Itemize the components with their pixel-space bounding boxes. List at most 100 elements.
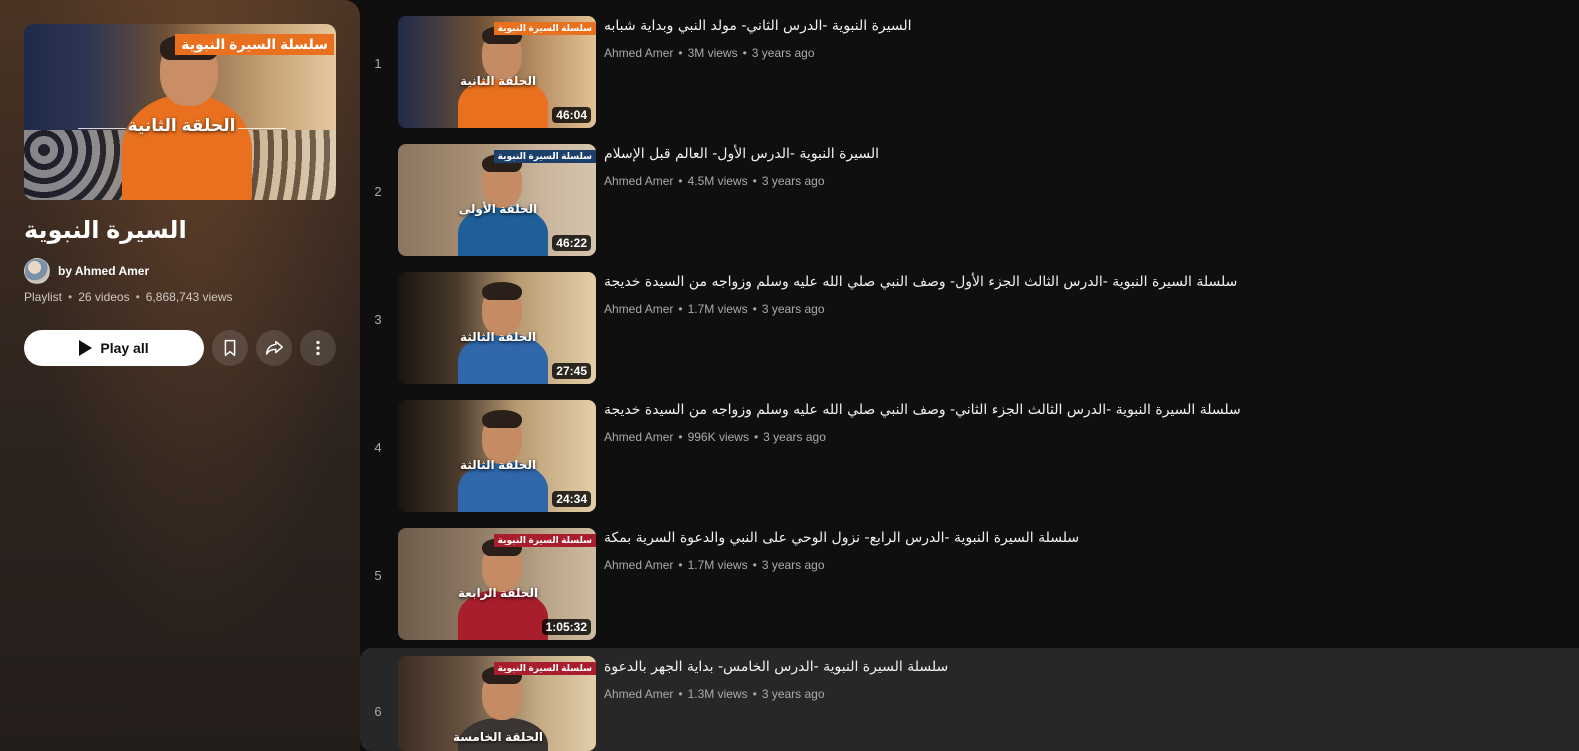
video-duration: 46:22 <box>552 235 591 251</box>
video-title[interactable]: السيرة النبوية -الدرس الثاني- مولد النبي… <box>604 18 912 34</box>
video-views: 996K views <box>687 430 749 444</box>
video-thumbnail[interactable]: سلسلة السيرة النبوية الحلقة الخامسة <box>398 656 596 751</box>
cover-series-badge: سلسلة السيرة النبوية <box>175 34 334 55</box>
video-title[interactable]: السيرة النبوية -الدرس الأول- العالم قبل … <box>604 146 879 162</box>
video-meta: Ahmed Amer • 1.7M views • 3 years ago <box>604 302 825 316</box>
playlist-video-row[interactable]: 1 سلسلة السيرة النبوية الحلقة الثانية 46… <box>360 0 1579 128</box>
video-channel[interactable]: Ahmed Amer <box>604 46 673 60</box>
video-views: 1.3M views <box>687 687 748 701</box>
playlist-video-row[interactable]: 4 الحلقة الثالثة 24:34 سلسلة السيرة النب… <box>360 384 1579 512</box>
share-button[interactable] <box>256 330 292 366</box>
video-index: 4 <box>374 440 382 455</box>
playlist-video-row[interactable]: 5 سلسلة السيرة النبوية الحلقة الرابعة 1:… <box>360 512 1579 640</box>
video-views: 1.7M views <box>687 558 748 572</box>
share-icon <box>265 340 283 355</box>
video-channel[interactable]: Ahmed Amer <box>604 430 673 444</box>
video-thumbnail[interactable]: الحلقة الثالثة 27:45 <box>398 272 596 384</box>
playlist-cover-thumbnail[interactable]: سلسلة السيرة النبوية الحلقة الثانية <box>24 24 336 200</box>
playlist-type: Playlist <box>24 290 63 304</box>
thumb-series-badge: سلسلة السيرة النبوية <box>493 662 596 675</box>
playlist-page: سلسلة السيرة النبوية الحلقة الثانية السي… <box>0 0 1579 751</box>
meta-separator-dot: • <box>678 302 683 316</box>
playlist-views: 6,868,743 views <box>145 290 233 304</box>
save-playlist-button[interactable] <box>212 330 248 366</box>
meta-separator-dot: • <box>753 430 759 444</box>
thumb-episode-label: الحلقة الرابعة <box>457 586 539 600</box>
playlist-meta: Playlist • 26 videos • 6,868,743 views <box>24 290 233 304</box>
playlist-video-row[interactable]: 2 سلسلة السيرة النبوية الحلقة الأولى 46:… <box>360 128 1579 256</box>
video-meta: Ahmed Amer • 1.7M views • 3 years ago <box>604 558 825 572</box>
meta-separator-dot: • <box>752 558 757 572</box>
video-channel[interactable]: Ahmed Amer <box>604 174 673 188</box>
video-thumbnail[interactable]: سلسلة السيرة النبوية الحلقة الثانية 46:0… <box>398 16 596 128</box>
playlist-video-row[interactable]: 3 الحلقة الثالثة 27:45 سلسلة السيرة النب… <box>360 256 1579 384</box>
thumb-person-hair <box>482 410 522 428</box>
video-age: 3 years ago <box>761 558 825 572</box>
video-title[interactable]: سلسلة السيرة النبوية -الدرس الثالث الجزء… <box>604 402 1241 418</box>
meta-separator-dot: • <box>742 46 747 60</box>
play-icon <box>79 340 93 356</box>
video-channel[interactable]: Ahmed Amer <box>604 558 673 572</box>
video-duration: 46:04 <box>552 107 591 123</box>
meta-separator-dot: • <box>678 174 683 188</box>
video-thumbnail[interactable]: سلسلة السيرة النبوية الحلقة الأولى 46:22 <box>398 144 596 256</box>
play-all-label: Play all <box>100 340 149 356</box>
video-duration: 24:34 <box>552 491 591 507</box>
video-channel[interactable]: Ahmed Amer <box>604 687 673 701</box>
cover-line-right <box>238 128 286 129</box>
cover-line-left <box>78 128 126 129</box>
thumb-person-hair <box>482 282 522 300</box>
more-vert-icon <box>316 340 320 356</box>
video-meta: Ahmed Amer • 4.5M views • 3 years ago <box>604 174 825 188</box>
meta-separator-dot: • <box>752 687 757 701</box>
video-title[interactable]: سلسلة السيرة النبوية -الدرس الخامس- بداي… <box>604 659 948 675</box>
video-age: 3 years ago <box>761 302 825 316</box>
video-age: 3 years ago <box>763 430 826 444</box>
thumb-episode-label: الحلقة الأولى <box>458 202 538 216</box>
meta-separator-dot: • <box>752 174 757 188</box>
meta-separator-dot: • <box>752 302 757 316</box>
video-thumbnail[interactable]: سلسلة السيرة النبوية الحلقة الرابعة 1:05… <box>398 528 596 640</box>
thumb-episode-label: الحلقة الثالثة <box>459 458 537 472</box>
video-age: 3 years ago <box>751 46 815 60</box>
play-all-button[interactable]: Play all <box>24 330 204 366</box>
meta-separator-dot: • <box>678 558 683 572</box>
video-title[interactable]: سلسلة السيرة النبوية -الدرس الثالث الجزء… <box>604 274 1237 290</box>
bookmark-icon <box>224 339 236 357</box>
video-thumbnail[interactable]: الحلقة الثالثة 24:34 <box>398 400 596 512</box>
thumb-series-badge: سلسلة السيرة النبوية <box>493 534 596 547</box>
meta-separator-dot: • <box>678 46 683 60</box>
video-index: 3 <box>374 312 382 327</box>
playlist-title: السيرة النبوية <box>24 217 187 244</box>
video-meta: Ahmed Amer • 1.3M views • 3 years ago <box>604 687 825 701</box>
meta-separator-dot: • <box>68 290 73 304</box>
playlist-video-list: 1 سلسلة السيرة النبوية الحلقة الثانية 46… <box>360 0 1579 751</box>
meta-separator-dot: • <box>135 290 140 304</box>
video-title[interactable]: سلسلة السيرة النبوية -الدرس الرابع- نزول… <box>604 530 1079 546</box>
video-duration: 27:45 <box>552 363 591 379</box>
owner-avatar[interactable] <box>24 258 50 284</box>
video-duration: 1:05:32 <box>541 619 591 635</box>
cover-episode-label: الحلقة الثانية <box>127 116 236 135</box>
video-age: 3 years ago <box>761 687 825 701</box>
owner-name[interactable]: by Ahmed Amer <box>58 264 149 278</box>
video-meta: Ahmed Amer • 996K views • 3 years ago <box>604 430 826 444</box>
video-channel[interactable]: Ahmed Amer <box>604 302 673 316</box>
video-index: 6 <box>374 704 382 719</box>
video-index: 5 <box>374 568 382 583</box>
video-index: 2 <box>374 184 382 199</box>
video-views: 1.7M views <box>687 302 748 316</box>
playlist-actions: Play all <box>24 330 336 366</box>
video-meta: Ahmed Amer • 3M views • 3 years ago <box>604 46 815 60</box>
more-options-button[interactable] <box>300 330 336 366</box>
thumb-episode-label: الحلقة الخامسة <box>452 730 544 744</box>
thumb-series-badge: سلسلة السيرة النبوية <box>493 150 596 163</box>
thumb-episode-label: الحلقة الثالثة <box>459 330 537 344</box>
thumb-series-badge: سلسلة السيرة النبوية <box>493 22 596 35</box>
video-age: 3 years ago <box>761 174 825 188</box>
playlist-video-count: 26 videos <box>78 290 130 304</box>
playlist-video-row[interactable]: 6 سلسلة السيرة النبوية الحلقة الخامسة سل… <box>360 648 1579 751</box>
playlist-header-panel: سلسلة السيرة النبوية الحلقة الثانية السي… <box>0 0 360 751</box>
playlist-owner[interactable]: by Ahmed Amer <box>24 258 149 284</box>
cover-person-body <box>122 94 252 200</box>
